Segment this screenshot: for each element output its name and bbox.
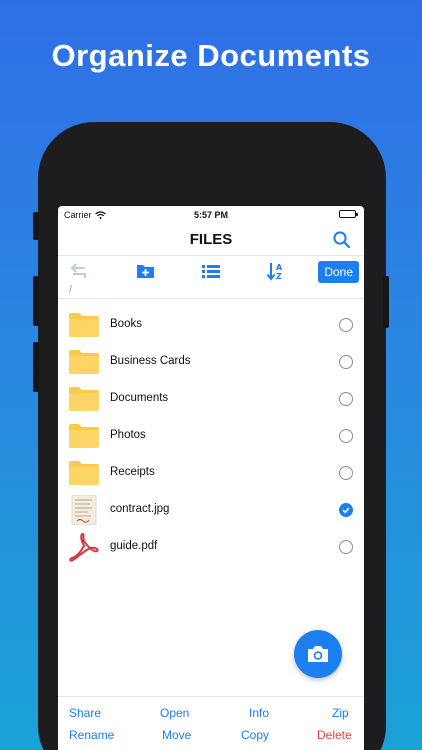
image-thumbnail-icon: [71, 495, 97, 525]
file-name: Books: [110, 318, 142, 330]
status-bar: Carrier 5:57 PM: [58, 206, 364, 224]
folder-row-photos[interactable]: Photos: [58, 418, 364, 455]
new-folder-icon[interactable]: [135, 261, 157, 281]
svg-text:Z: Z: [276, 272, 282, 281]
divider: [58, 298, 364, 299]
copy-button[interactable]: Copy: [241, 728, 269, 742]
file-toolbar: A Z Done: [58, 257, 364, 285]
select-circle[interactable]: [339, 429, 353, 443]
file-name: Receipts: [110, 466, 155, 478]
delete-button[interactable]: Delete: [317, 728, 352, 742]
svg-text:A: A: [276, 263, 283, 272]
folder-icon: [69, 461, 99, 485]
file-row-contract[interactable]: contract.jpg: [58, 492, 364, 529]
pdf-icon: [69, 533, 99, 562]
select-circle[interactable]: [339, 392, 353, 406]
status-time: 5:57 PM: [193, 210, 228, 220]
folder-row-receipts[interactable]: Receipts: [58, 455, 364, 492]
folder-row-business-cards[interactable]: Business Cards: [58, 344, 364, 381]
list-view-icon[interactable]: [200, 261, 222, 281]
file-name: Business Cards: [110, 355, 191, 367]
checkmark-icon: [342, 507, 350, 514]
share-button[interactable]: Share: [69, 706, 101, 720]
select-circle-checked[interactable]: [339, 503, 353, 517]
select-circle[interactable]: [339, 540, 353, 554]
phone-side-button: [33, 276, 39, 326]
phone-side-button: [383, 276, 389, 328]
phone-side-button: [33, 212, 39, 240]
open-button[interactable]: Open: [160, 706, 189, 720]
file-name: Documents: [110, 392, 169, 404]
folder-icon: [69, 350, 99, 374]
sort-az-icon[interactable]: A Z: [265, 261, 287, 281]
battery-icon: [339, 210, 358, 218]
folder-icon: [69, 387, 99, 411]
select-circle[interactable]: [339, 318, 353, 332]
info-button[interactable]: Info: [249, 706, 269, 720]
search-icon[interactable]: [332, 230, 352, 250]
back-icon[interactable]: [68, 261, 90, 281]
camera-button[interactable]: [294, 630, 342, 678]
done-button[interactable]: Done: [318, 261, 359, 283]
action-bar: Share Open Info Zip Rename Move Copy Del…: [58, 696, 364, 750]
file-name: guide.pdf: [110, 540, 158, 552]
folder-row-documents[interactable]: Documents: [58, 381, 364, 418]
camera-icon: [308, 646, 328, 662]
nav-bar: FILES: [58, 224, 364, 256]
folder-icon: [69, 313, 99, 337]
promo-headline: Organize Documents: [51, 38, 371, 73]
folder-icon: [69, 424, 99, 448]
phone-side-button: [33, 342, 39, 392]
zip-button[interactable]: Zip: [332, 706, 349, 720]
rename-button[interactable]: Rename: [69, 728, 114, 742]
app-screen: Carrier 5:57 PM FILES A Z Done / Books B…: [58, 206, 364, 750]
file-name: Photos: [110, 429, 146, 441]
select-circle[interactable]: [339, 466, 353, 480]
folder-row-books[interactable]: Books: [58, 307, 364, 344]
file-row-guide[interactable]: guide.pdf: [58, 529, 364, 566]
file-list: Books Business Cards Documents Photos Re…: [58, 307, 364, 566]
current-path: /: [69, 284, 73, 296]
select-circle[interactable]: [339, 355, 353, 369]
page-title: FILES: [189, 231, 233, 248]
file-name: contract.jpg: [110, 503, 170, 515]
move-button[interactable]: Move: [162, 728, 191, 742]
